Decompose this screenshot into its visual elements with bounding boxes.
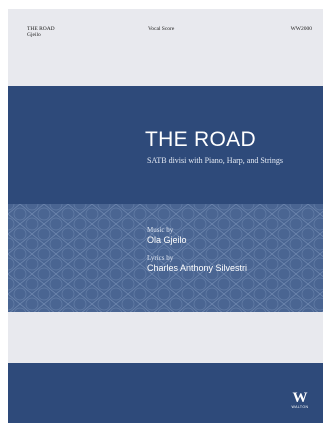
title-band: THE ROAD SATB divisi with Piano, Harp, a…	[8, 86, 323, 204]
cover-header: THE ROAD Gjeilo Vocal Score WW2000	[8, 9, 323, 86]
lyricist-name: Charles Anthony Silvestri	[147, 263, 248, 273]
light-strip	[8, 312, 323, 363]
cover-subtitle: SATB divisi with Piano, Harp, and String…	[147, 156, 284, 165]
credits: Music by Ola Gjeilo Lyrics by Charles An…	[147, 226, 247, 273]
lyrics-label: Lyrics by	[147, 254, 174, 262]
header-catalog-number: WW2000	[290, 26, 312, 32]
header-score-type: Vocal Score	[148, 26, 175, 32]
composer-name: Ola Gjeilo	[147, 235, 187, 245]
header-composer: Gjeilo	[27, 32, 41, 38]
logo-text: WALTON	[291, 405, 309, 409]
publisher-logo: W WALTON	[289, 390, 311, 410]
music-label: Music by	[147, 226, 174, 234]
score-cover: THE ROAD Gjeilo Vocal Score WW2000 THE R…	[8, 9, 323, 423]
page: THE ROAD Gjeilo Vocal Score WW2000 THE R…	[0, 0, 331, 430]
header-left: THE ROAD Gjeilo	[27, 26, 55, 38]
cover-title: THE ROAD	[145, 128, 256, 151]
logo-mark: W	[292, 390, 308, 406]
bottom-band: W WALTON	[8, 363, 323, 423]
pattern-band: Music by Ola Gjeilo Lyrics by Charles An…	[8, 204, 323, 312]
